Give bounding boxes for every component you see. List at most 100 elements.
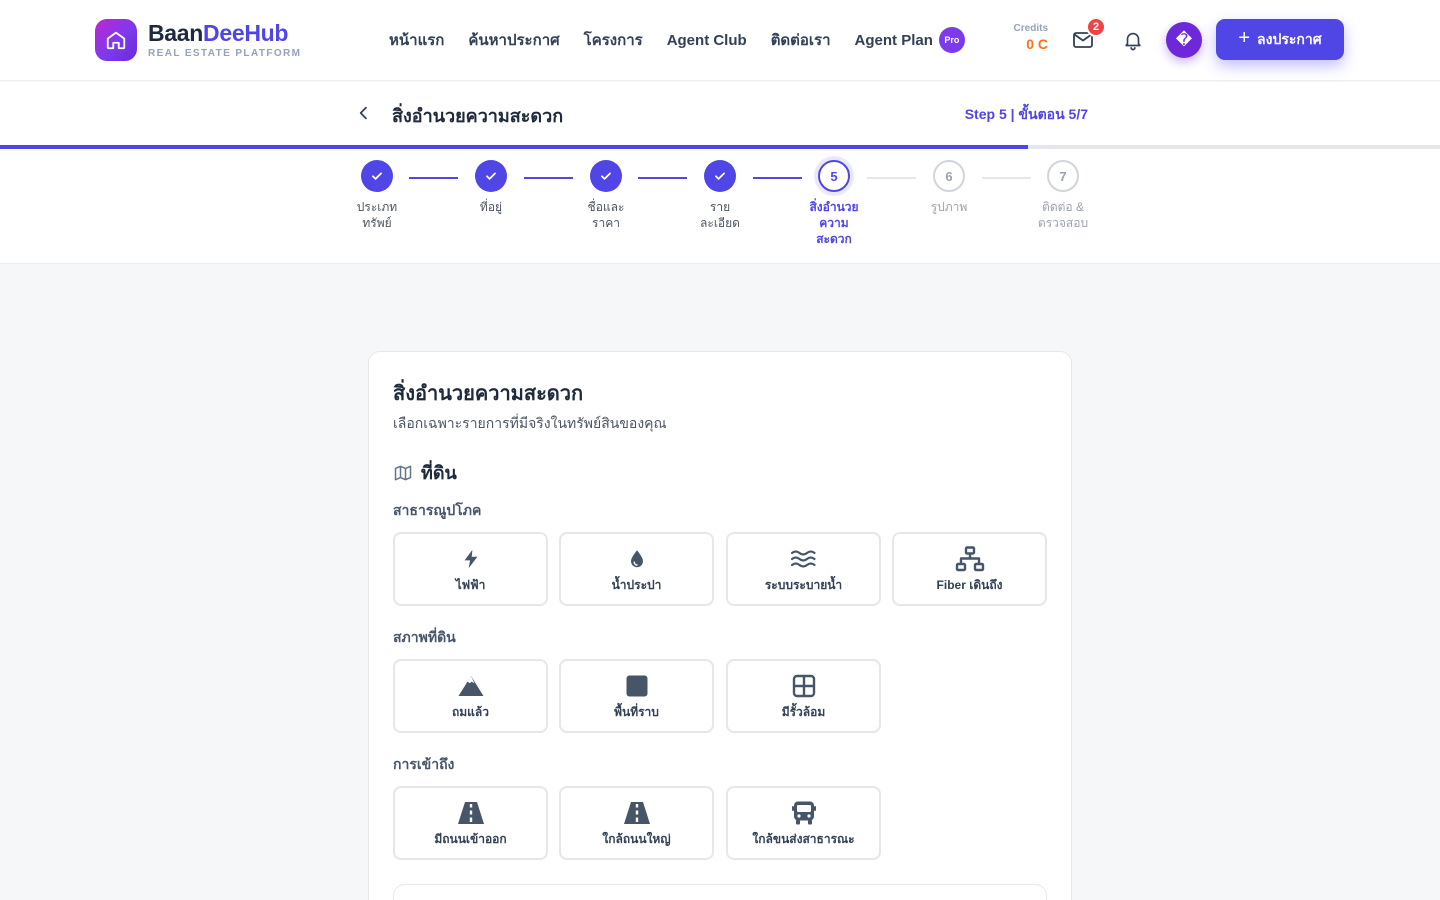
bus-icon bbox=[791, 801, 816, 825]
amenity-label: ระบบระบายน้ำ bbox=[764, 578, 843, 592]
group-label-utilities: สาธารณูปโภค bbox=[393, 502, 482, 518]
wizard-stepper: ประเภททรัพย์ ที่อยู่ ชื่อและราคา รายละเอ… bbox=[0, 160, 1440, 260]
amenity-road-access[interactable]: มีถนนเข้าออก bbox=[393, 786, 548, 860]
amenity-electricity[interactable]: ไฟฟ้า bbox=[393, 532, 548, 606]
post-listing-label: ลงประกาศ bbox=[1257, 30, 1322, 47]
wizard-step-7: 7 ติดต่อ & ตรวจสอบ bbox=[1028, 160, 1098, 231]
step-connector bbox=[638, 177, 687, 179]
road-icon bbox=[623, 802, 650, 824]
nav-agent-club[interactable]: Agent Club bbox=[667, 32, 747, 49]
card-subtitle: เลือกเฉพาะรายการที่มีจริงในทรัพย์สินของค… bbox=[393, 415, 667, 431]
amenity-label: มีรั้วล้อม bbox=[781, 705, 826, 719]
amenity-drainage[interactable]: ระบบระบายน้ำ bbox=[726, 532, 881, 606]
step-label: รายละเอียด bbox=[700, 200, 740, 230]
water-waves-icon bbox=[790, 550, 816, 568]
unread-count-badge: 2 bbox=[1086, 17, 1106, 37]
notifications-button[interactable] bbox=[1119, 26, 1147, 54]
chevron-left-icon bbox=[359, 106, 367, 120]
page-title: สิ่งอำนวยความสะดวก bbox=[392, 106, 564, 126]
brand-logo[interactable]: BaanDeeHub REAL ESTATE PLATFORM bbox=[95, 19, 301, 61]
amenity-flat-land[interactable]: พื้นที่ราบ bbox=[559, 659, 714, 733]
check-icon bbox=[704, 160, 736, 192]
amenity-label: พื้นที่ราบ bbox=[614, 705, 659, 719]
amenity-label: ใกล้ถนนใหญ่ bbox=[602, 832, 671, 846]
check-icon bbox=[361, 160, 393, 192]
amenity-near-public-transport[interactable]: ใกล้ขนส่งสาธารณะ bbox=[726, 786, 881, 860]
home-logo-icon bbox=[95, 19, 137, 61]
amenity-tap-water[interactable]: น้ำประปา bbox=[559, 532, 714, 606]
amenity-label: Fiber เดินถึง bbox=[936, 578, 1003, 592]
card-title: สิ่งอำนวยความสะดวก bbox=[393, 383, 584, 405]
amenity-label: ไฟฟ้า bbox=[455, 578, 486, 592]
amenity-label: ใกล้ขนส่งสาธารณะ bbox=[752, 832, 855, 846]
step-connector bbox=[409, 177, 458, 179]
nav-projects[interactable]: โครงการ bbox=[584, 28, 643, 52]
step-number: 7 bbox=[1047, 160, 1079, 192]
credits-label: Credits bbox=[1013, 23, 1048, 34]
wizard-step-6: 6 รูปภาพ bbox=[914, 160, 984, 215]
section-title: ที่ดิน bbox=[421, 463, 457, 483]
step-label: สิ่งอำนวยความสะดวก bbox=[809, 200, 859, 246]
amenity-filled-land[interactable]: ถมแล้ว bbox=[393, 659, 548, 733]
main-nav: หน้าแรก ค้นหาประกาศ โครงการ Agent Club ต… bbox=[389, 26, 965, 54]
step-label: รูปภาพ bbox=[930, 200, 968, 214]
step-label: ประเภททรัพย์ bbox=[356, 200, 398, 230]
water-drop-icon bbox=[630, 550, 643, 568]
check-icon bbox=[475, 160, 507, 192]
wizard-step-4[interactable]: รายละเอียด bbox=[685, 160, 755, 231]
wizard-progress-bar bbox=[0, 145, 1440, 149]
group-label-land-condition: สภาพที่ดิน bbox=[393, 629, 456, 645]
nav-search-listings[interactable]: ค้นหาประกาศ bbox=[468, 28, 559, 52]
pro-badge: Pro bbox=[938, 27, 965, 53]
amenities-card: สิ่งอำนวยความสะดวก เลือกเฉพาะรายการที่มี… bbox=[368, 351, 1072, 900]
credits-value: 0 C bbox=[1026, 36, 1048, 52]
amenity-fiber[interactable]: Fiber เดินถึง bbox=[892, 532, 1047, 606]
wizard-step-5[interactable]: 5 สิ่งอำนวยความสะดวก bbox=[799, 160, 869, 247]
group-label-access: การเข้าถึง bbox=[393, 756, 455, 772]
wizard-step-3[interactable]: ชื่อและราคา bbox=[571, 160, 641, 231]
section-header-land: ที่ดิน bbox=[393, 458, 457, 487]
plus-icon: + bbox=[1238, 27, 1251, 49]
check-icon bbox=[590, 160, 622, 192]
step-label: ชื่อและราคา bbox=[587, 200, 625, 230]
nav-contact[interactable]: ติดต่อเรา bbox=[771, 28, 831, 52]
mountain-icon bbox=[458, 676, 483, 696]
step-connector bbox=[982, 177, 1031, 179]
step-label: ติดต่อ & ตรวจสอบ bbox=[1037, 200, 1089, 230]
step-counter: Step 5 | ขั้นตอน 5/7 bbox=[964, 106, 1088, 122]
land-condition-options: ถมแล้ว พื้นที่ราบ มีรั้วล้อม bbox=[393, 659, 1047, 733]
credits-display[interactable]: Credits 0 C bbox=[1008, 23, 1048, 52]
amenity-fenced[interactable]: มีรั้วล้อม bbox=[726, 659, 881, 733]
amenity-label: มีถนนเข้าออก bbox=[434, 832, 507, 846]
square-icon bbox=[626, 675, 647, 697]
step-number: 6 bbox=[933, 160, 965, 192]
grid-fence-icon bbox=[792, 674, 815, 698]
top-navbar: BaanDeeHub REAL ESTATE PLATFORM หน้าแรก … bbox=[0, 0, 1440, 81]
post-listing-button[interactable]: + ลงประกาศ bbox=[1216, 19, 1344, 60]
step-connector bbox=[524, 177, 573, 179]
wizard-progress-fill bbox=[0, 145, 1029, 149]
road-icon bbox=[457, 802, 484, 824]
network-icon bbox=[955, 546, 984, 572]
nav-home[interactable]: หน้าแรก bbox=[389, 28, 444, 52]
brand-name: BaanDeeHub bbox=[148, 20, 289, 46]
step-connector bbox=[753, 177, 802, 179]
bolt-icon bbox=[464, 549, 477, 569]
nav-agent-plan[interactable]: Agent Plan bbox=[855, 32, 933, 49]
user-avatar[interactable]: � bbox=[1166, 22, 1202, 58]
amenity-near-main-road[interactable]: ใกล้ถนนใหญ่ bbox=[559, 786, 714, 860]
utilities-options: ไฟฟ้า น้ำประปา ระบบระบายน้ำ Fiber เดินถึ… bbox=[393, 532, 1047, 606]
bell-icon bbox=[1125, 32, 1141, 51]
amenity-label: ถมแล้ว bbox=[451, 705, 489, 719]
next-section-panel bbox=[393, 884, 1047, 900]
access-options: มีถนนเข้าออก ใกล้ถนนใหญ่ ใกล้ขนส่งสาธารณ… bbox=[393, 786, 1047, 860]
wizard-step-1[interactable]: ประเภททรัพย์ bbox=[342, 160, 412, 231]
wizard-step-2[interactable]: ที่อยู่ bbox=[456, 160, 526, 215]
step-connector bbox=[867, 177, 916, 179]
step-number: 5 bbox=[818, 160, 850, 192]
amenity-label: น้ำประปา bbox=[611, 578, 662, 592]
map-icon bbox=[394, 465, 412, 480]
back-button[interactable] bbox=[352, 101, 376, 125]
brand-tagline: REAL ESTATE PLATFORM bbox=[148, 48, 302, 59]
wizard-header: สิ่งอำนวยความสะดวก Step 5 | ขั้นตอน 5/7 … bbox=[0, 82, 1440, 264]
